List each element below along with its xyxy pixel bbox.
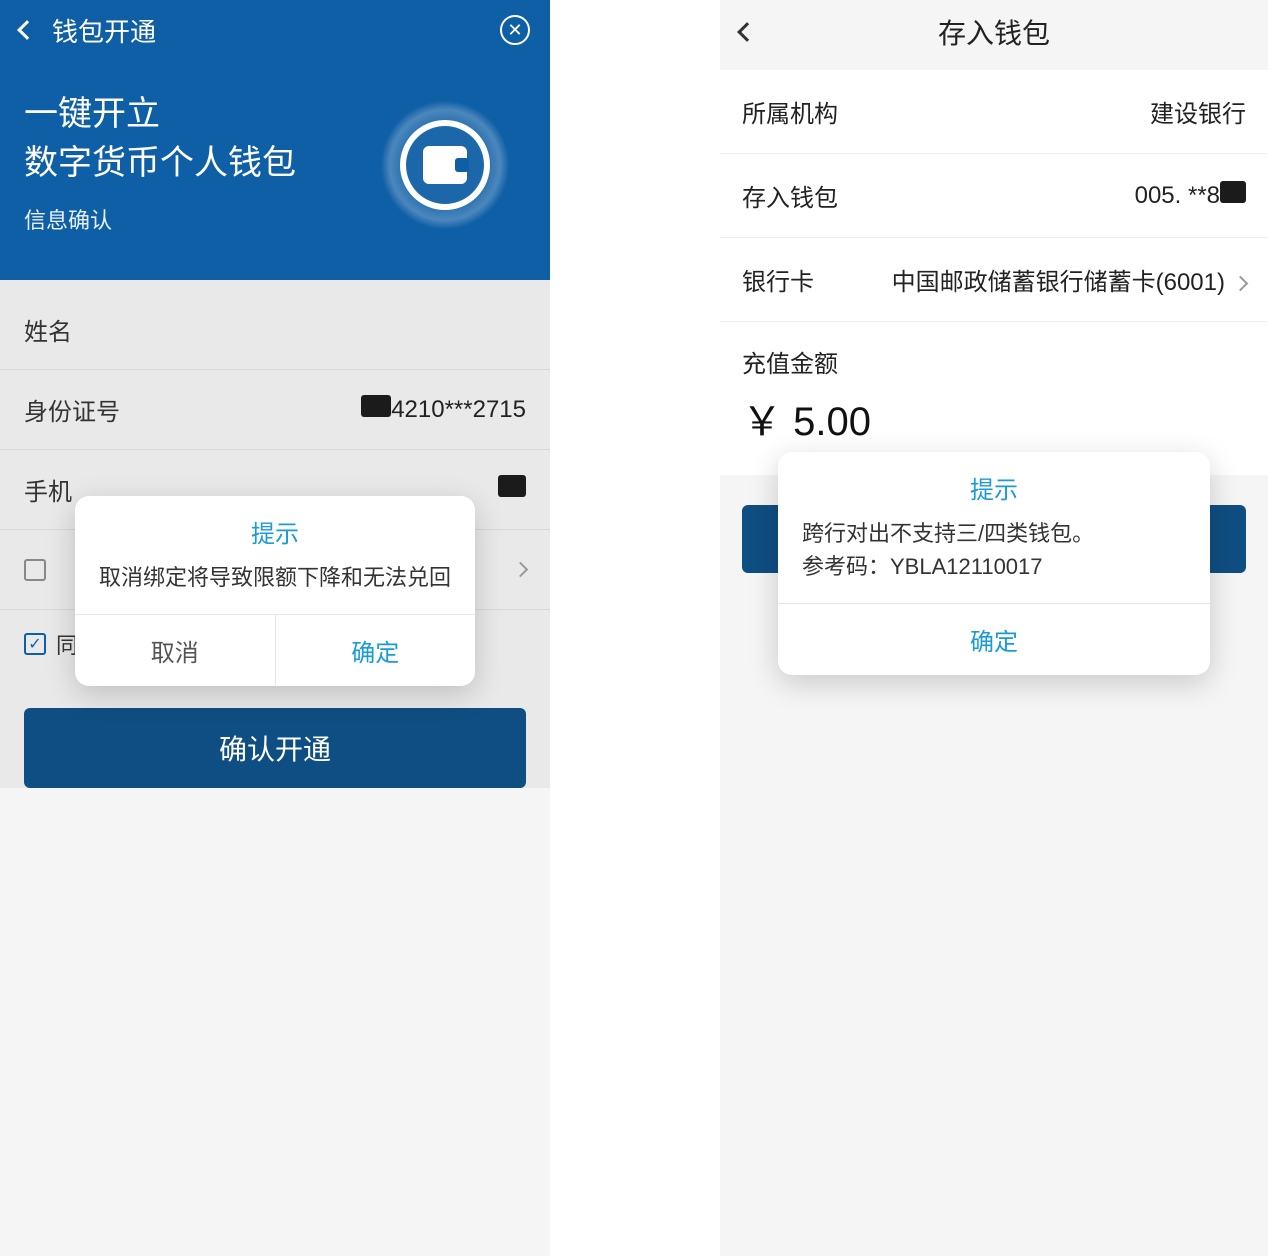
deposit-row[interactable]: 存入钱包 005. **8	[720, 154, 1268, 238]
id-label: 身份证号	[24, 392, 120, 427]
dialog-body-line2: 参考码：YBLA12110017	[802, 550, 1186, 583]
close-icon[interactable]: ✕	[500, 15, 530, 45]
bankcard-label: 银行卡	[742, 262, 814, 297]
dialog-title: 提示	[75, 496, 475, 557]
dialog-buttons: 确定	[778, 603, 1210, 675]
deposit-label: 存入钱包	[742, 178, 838, 213]
phone-value	[498, 475, 526, 504]
wallet-icon	[380, 100, 510, 230]
screenshot-left: 钱包开通 ✕ 一键开立 数字货币个人钱包 信息确认 姓名 身份证号 4210**…	[0, 0, 550, 1256]
hero-banner: 一键开立 数字货币个人钱包 信息确认	[0, 60, 550, 280]
dialog-ok-button[interactable]: 确定	[276, 615, 476, 686]
chevron-right-icon	[1233, 276, 1249, 292]
confirm-open-button[interactable]: 确认开通	[24, 708, 526, 788]
dialog-body: 取消绑定将导致限额下降和无法兑回	[75, 557, 475, 614]
phone-label: 手机	[24, 472, 72, 507]
dialog-body: 跨行对出不支持三/四类钱包。 参考码：YBLA12110017	[778, 513, 1210, 603]
left-dialog: 提示 取消绑定将导致限额下降和无法兑回 取消 确定	[75, 496, 475, 686]
hero-line1: 一键开立	[24, 95, 160, 133]
name-label: 姓名	[24, 312, 72, 347]
chevron-right-icon	[513, 562, 529, 578]
dialog-title: 提示	[778, 452, 1210, 513]
dialog-body-line1: 跨行对出不支持三/四类钱包。	[802, 517, 1186, 550]
bankcard-value: 中国邮政储蓄银行储蓄卡(6001)	[892, 262, 1246, 297]
left-header: 钱包开通 ✕	[0, 0, 550, 60]
page-title: 存入钱包	[720, 12, 1268, 52]
name-row[interactable]: 姓名	[0, 290, 550, 370]
page-title: 钱包开通	[52, 12, 500, 49]
id-value: 4210***2715	[361, 395, 526, 424]
dialog-cancel-button[interactable]: 取消	[75, 615, 276, 686]
id-row[interactable]: 身份证号 4210***2715	[0, 370, 550, 450]
org-row[interactable]: 所属机构 建设银行	[720, 70, 1268, 154]
org-label: 所属机构	[742, 94, 838, 129]
hero-line2: 数字货币个人钱包	[24, 144, 296, 182]
deposit-value: 005. **8	[1135, 181, 1246, 210]
bankcard-row[interactable]: 银行卡 中国邮政储蓄银行储蓄卡(6001)	[720, 238, 1268, 322]
info-group: 所属机构 建设银行 存入钱包 005. **8 银行卡 中国邮政储蓄银行储蓄卡(…	[720, 70, 1268, 322]
amount-label: 充值金额	[720, 322, 1268, 389]
org-value: 建设银行	[1150, 94, 1246, 129]
dialog-buttons: 取消 确定	[75, 614, 475, 686]
dialog-ok-button[interactable]: 确定	[778, 604, 1210, 675]
agree-checkbox[interactable]: ✓	[24, 633, 46, 655]
back-icon[interactable]	[17, 20, 37, 40]
screenshot-right: 存入钱包 所属机构 建设银行 存入钱包 005. **8 银行卡 中国邮政储蓄银…	[720, 0, 1268, 1256]
right-dialog: 提示 跨行对出不支持三/四类钱包。 参考码：YBLA12110017 确定	[778, 452, 1210, 675]
checkbox-icon[interactable]	[24, 559, 46, 581]
right-header: 存入钱包	[720, 0, 1268, 64]
